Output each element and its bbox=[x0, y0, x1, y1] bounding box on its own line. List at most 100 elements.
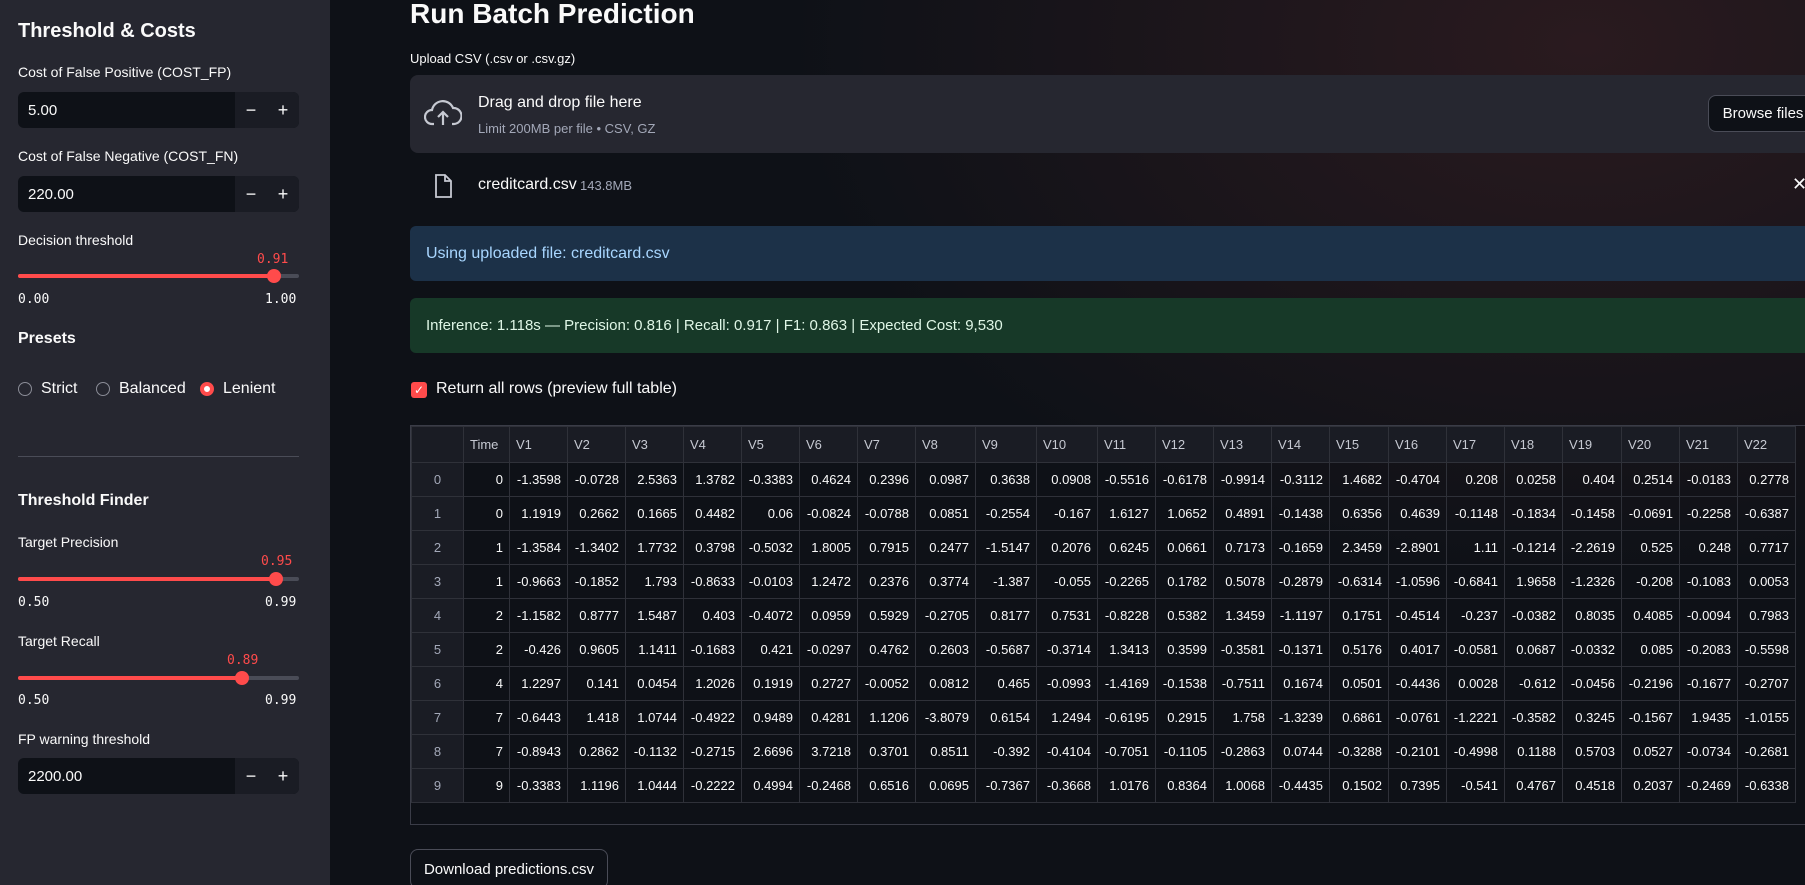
column-header[interactable]: V6 bbox=[799, 426, 858, 463]
table-cell[interactable]: -0.0297 bbox=[799, 632, 858, 667]
table-cell[interactable]: -0.3668 bbox=[1036, 768, 1098, 803]
preset-lenient-radio[interactable]: Lenient bbox=[200, 380, 276, 398]
table-cell[interactable]: 0.0053 bbox=[1737, 564, 1796, 599]
table-cell[interactable]: -0.2468 bbox=[799, 768, 858, 803]
table-cell[interactable]: 0.2376 bbox=[857, 564, 916, 599]
column-header[interactable]: V11 bbox=[1097, 426, 1156, 463]
table-row[interactable]: 8 7 -0.8943 0.2862 -0.1132 -0.2715 2.6696 3.721… bbox=[411, 734, 1796, 769]
table-cell[interactable]: 1 bbox=[463, 530, 510, 565]
table-cell[interactable]: 0.06 bbox=[741, 496, 800, 531]
table-cell[interactable]: -1.3598 bbox=[509, 462, 568, 497]
table-cell[interactable]: 0.6245 bbox=[1097, 530, 1156, 565]
column-header[interactable]: V17 bbox=[1446, 426, 1505, 463]
table-cell[interactable]: -1.3402 bbox=[567, 530, 626, 565]
table-cell[interactable]: -0.0761 bbox=[1388, 700, 1447, 735]
table-cell[interactable]: -0.3112 bbox=[1271, 462, 1330, 497]
table-cell[interactable]: -0.237 bbox=[1446, 598, 1505, 633]
table-cell[interactable]: 0.7395 bbox=[1388, 768, 1447, 803]
table-cell[interactable]: 7 bbox=[463, 700, 510, 735]
table-cell[interactable]: 0.2778 bbox=[1737, 462, 1796, 497]
table-cell[interactable]: 0.0812 bbox=[915, 666, 976, 701]
table-cell[interactable]: 0.4994 bbox=[741, 768, 800, 803]
table-cell[interactable]: 0.7717 bbox=[1737, 530, 1796, 565]
column-header[interactable]: V4 bbox=[683, 426, 742, 463]
table-cell[interactable]: -0.4922 bbox=[683, 700, 742, 735]
table-cell[interactable]: 0.465 bbox=[975, 666, 1037, 701]
table-cell[interactable]: 0.8035 bbox=[1562, 598, 1622, 633]
table-row[interactable]: 7 7 -0.6443 1.418 1.0744 -0.4922 0.9489 0.4281 1… bbox=[411, 700, 1796, 735]
table-row[interactable]: 2 1 -1.3584 -1.3402 1.7732 0.3798 -0.5032 1.800… bbox=[411, 530, 1796, 565]
table-cell[interactable]: -0.3582 bbox=[1504, 700, 1563, 735]
table-cell[interactable]: -1.2326 bbox=[1562, 564, 1622, 599]
table-cell[interactable]: 0.0527 bbox=[1621, 734, 1680, 769]
table-cell[interactable]: 0.4281 bbox=[799, 700, 858, 735]
table-cell[interactable]: 1.5487 bbox=[625, 598, 684, 633]
table-cell[interactable]: 0.0959 bbox=[799, 598, 858, 633]
table-cell[interactable]: 0.8777 bbox=[567, 598, 626, 633]
table-cell[interactable]: -1.3584 bbox=[509, 530, 568, 565]
table-cell[interactable]: 0.0908 bbox=[1036, 462, 1098, 497]
column-header[interactable]: V22 bbox=[1737, 426, 1796, 463]
table-cell[interactable]: 0.6356 bbox=[1329, 496, 1389, 531]
table-cell[interactable]: 0.1188 bbox=[1504, 734, 1563, 769]
table-cell[interactable]: -0.0824 bbox=[799, 496, 858, 531]
column-header[interactable]: V19 bbox=[1562, 426, 1622, 463]
table-cell[interactable]: 1.0744 bbox=[625, 700, 684, 735]
table-row[interactable]: 4 2 -1.1582 0.8777 1.5487 0.403 -0.4072 0.0959 0… bbox=[411, 598, 1796, 633]
cost-fn-input[interactable]: 220.00 − + bbox=[18, 176, 299, 212]
table-cell[interactable]: -0.2258 bbox=[1679, 496, 1738, 531]
table-cell[interactable]: -0.208 bbox=[1621, 564, 1680, 599]
table-cell[interactable]: 1.3459 bbox=[1213, 598, 1272, 633]
table-cell[interactable]: 1.0068 bbox=[1213, 768, 1272, 803]
table-cell[interactable]: 1.1919 bbox=[509, 496, 568, 531]
table-cell[interactable]: -0.2715 bbox=[683, 734, 742, 769]
fp-warning-decrement-button[interactable]: − bbox=[235, 758, 267, 794]
column-header[interactable]: V9 bbox=[975, 426, 1037, 463]
table-cell[interactable]: 0.4767 bbox=[1504, 768, 1563, 803]
table-cell[interactable]: -0.4436 bbox=[1388, 666, 1447, 701]
table-cell[interactable]: -0.0052 bbox=[857, 666, 916, 701]
table-cell[interactable]: -0.2196 bbox=[1621, 666, 1680, 701]
table-cell[interactable]: 0 bbox=[463, 496, 510, 531]
column-header[interactable]: V1 bbox=[509, 426, 568, 463]
table-cell[interactable]: -0.9914 bbox=[1213, 462, 1272, 497]
table-cell[interactable]: 1.793 bbox=[625, 564, 684, 599]
table-cell[interactable]: 0.0454 bbox=[625, 666, 684, 701]
table-cell[interactable]: -0.0103 bbox=[741, 564, 800, 599]
column-header[interactable]: V20 bbox=[1621, 426, 1680, 463]
table-cell[interactable]: 0.8177 bbox=[975, 598, 1037, 633]
table-cell[interactable]: 2.3459 bbox=[1329, 530, 1389, 565]
table-cell[interactable]: -2.8901 bbox=[1388, 530, 1447, 565]
table-cell[interactable]: 0.4762 bbox=[857, 632, 916, 667]
target-recall-slider[interactable] bbox=[18, 671, 299, 685]
file-dropzone[interactable] bbox=[410, 75, 1805, 153]
table-row[interactable]: 6 4 1.2297 0.141 0.0454 1.2026 0.1919 0.2727 -0.… bbox=[411, 666, 1796, 701]
row-index-cell[interactable]: 5 bbox=[411, 632, 464, 667]
cost-fn-increment-button[interactable]: + bbox=[267, 176, 299, 212]
table-cell[interactable]: 0.1782 bbox=[1155, 564, 1214, 599]
table-cell[interactable]: 0.8511 bbox=[915, 734, 976, 769]
row-index-cell[interactable]: 1 bbox=[411, 496, 464, 531]
table-cell[interactable]: -0.0728 bbox=[567, 462, 626, 497]
table-cell[interactable]: -1.1197 bbox=[1271, 598, 1330, 633]
table-cell[interactable]: 0.4639 bbox=[1388, 496, 1447, 531]
table-cell[interactable]: 1.1411 bbox=[625, 632, 684, 667]
table-cell[interactable]: -0.0734 bbox=[1679, 734, 1738, 769]
column-header[interactable]: Time bbox=[463, 426, 510, 463]
table-cell[interactable]: 0.0987 bbox=[915, 462, 976, 497]
cost-fp-value[interactable]: 5.00 bbox=[18, 102, 235, 119]
table-cell[interactable]: -0.1132 bbox=[625, 734, 684, 769]
fp-warning-increment-button[interactable]: + bbox=[267, 758, 299, 794]
table-cell[interactable]: -0.1458 bbox=[1562, 496, 1622, 531]
table-cell[interactable]: -3.8079 bbox=[915, 700, 976, 735]
table-cell[interactable]: 2.5363 bbox=[625, 462, 684, 497]
table-cell[interactable]: -2.2619 bbox=[1562, 530, 1622, 565]
index-header[interactable] bbox=[411, 426, 464, 463]
table-cell[interactable]: -0.4998 bbox=[1446, 734, 1505, 769]
table-cell[interactable]: -1.5147 bbox=[975, 530, 1037, 565]
table-cell[interactable]: 1.11 bbox=[1446, 530, 1505, 565]
table-cell[interactable]: 0.6516 bbox=[857, 768, 916, 803]
row-index-cell[interactable]: 6 bbox=[411, 666, 464, 701]
table-cell[interactable]: -0.055 bbox=[1036, 564, 1098, 599]
column-header[interactable]: V14 bbox=[1271, 426, 1330, 463]
